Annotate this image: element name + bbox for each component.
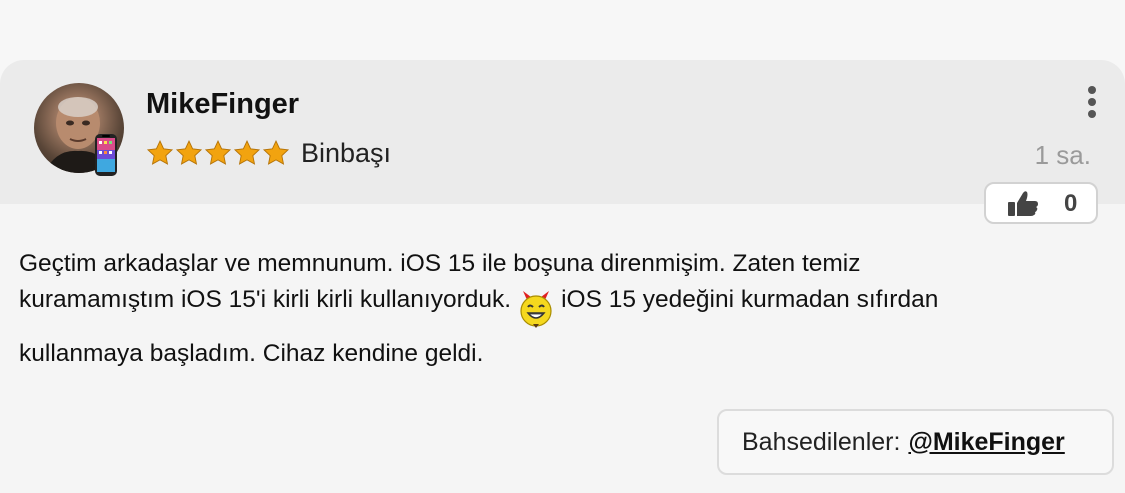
iphone-icon: [94, 133, 118, 177]
like-count: 0: [1064, 190, 1078, 217]
post-body-text: kuramamıştım iOS 15'i kirli kirli kullan…: [19, 286, 512, 313]
post-body: Geçtim arkadaşlar ve memnunum. iOS 15 il…: [19, 246, 1099, 372]
vertical-ellipsis-icon[interactable]: [1080, 84, 1104, 120]
author-rating: Binbaşı: [146, 136, 391, 170]
thumbs-up-icon: [1006, 190, 1040, 218]
devil-grin-emoji-icon: [517, 285, 555, 329]
post-card: MikeFinger Binbaşı 1 sa. 0 Geçtim arkada…: [0, 60, 1125, 493]
post-header: MikeFinger Binbaşı 1 sa.: [0, 60, 1125, 204]
like-button[interactable]: 0: [984, 182, 1098, 224]
mentions-box: Bahsedilenler: @MikeFinger: [717, 409, 1114, 475]
mentions-label: Bahsedilenler:: [742, 427, 901, 456]
star-icon: [233, 139, 261, 167]
star-icon: [262, 139, 290, 167]
post-timestamp: 1 sa.: [1034, 140, 1091, 170]
post-body-text: iOS 15 yedeğini kurmadan sıfırdan: [561, 286, 939, 313]
mention-user-link[interactable]: @MikeFinger: [908, 428, 1064, 457]
post-body-line: kuramamıştım iOS 15'i kirli kirli kullan…: [19, 282, 1099, 330]
author-rank: Binbaşı: [301, 137, 392, 168]
star-icon: [204, 139, 232, 167]
author-username[interactable]: MikeFinger: [146, 88, 299, 121]
star-icon: [146, 139, 174, 167]
post-body-line: Geçtim arkadaşlar ve memnunum. iOS 15 il…: [19, 250, 861, 277]
post-body-line: kullanmaya başladım. Cihaz kendine geldi…: [19, 340, 484, 367]
star-icon: [175, 139, 203, 167]
